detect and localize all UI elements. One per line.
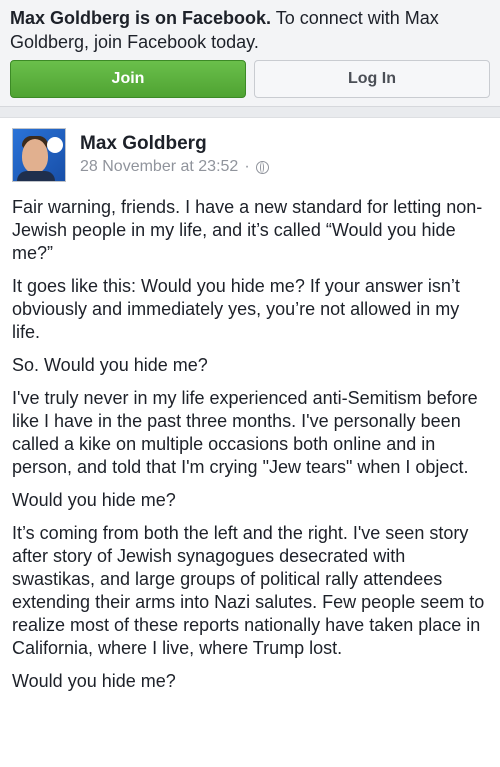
author-name[interactable]: Max Goldberg (80, 132, 269, 156)
globe-icon (255, 160, 269, 174)
timestamp-row: 28 November at 23:52 · (80, 156, 269, 178)
banner-name: Max Goldberg is on Facebook. (10, 8, 272, 28)
avatar[interactable] (12, 128, 66, 182)
post-header: Max Goldberg 28 November at 23:52 · (12, 128, 488, 182)
login-button[interactable]: Log In (254, 60, 490, 98)
join-button[interactable]: Join (10, 60, 246, 98)
banner-buttons: Join Log In (10, 60, 490, 98)
avatar-logo (47, 137, 63, 153)
signup-banner: Max Goldberg is on Facebook. To connect … (0, 0, 500, 107)
avatar-shirt (17, 171, 55, 181)
post-paragraph: Fair warning, friends. I have a new stan… (12, 197, 483, 263)
post-paragraph: So. Would you hide me? (12, 355, 208, 375)
post-paragraph: Would you hide me? (12, 671, 176, 691)
post-paragraph: It’s coming from both the left and the r… (12, 523, 485, 658)
post-meta: Max Goldberg 28 November at 23:52 · (80, 132, 269, 178)
avatar-face (22, 139, 48, 173)
post-card: Max Goldberg 28 November at 23:52 · Fair… (0, 117, 500, 767)
timestamp[interactable]: 28 November at 23:52 (80, 156, 238, 178)
post-paragraph: Would you hide me? (12, 490, 176, 510)
post-body: Fair warning, friends. I have a new stan… (12, 196, 488, 693)
separator-dot: · (244, 158, 250, 175)
post-paragraph: It goes like this: Would you hide me? If… (12, 276, 460, 342)
signup-message: Max Goldberg is on Facebook. To connect … (10, 6, 490, 54)
post-paragraph: I've truly never in my life experienced … (12, 388, 478, 477)
